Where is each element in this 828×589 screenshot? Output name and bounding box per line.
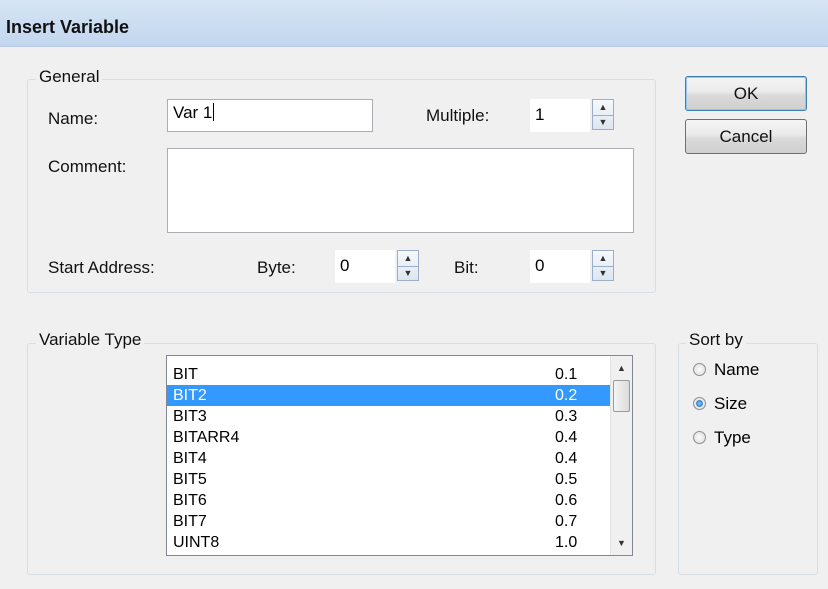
spin-down-icon[interactable]: ▼	[593, 266, 613, 281]
byte-spinner[interactable]: 0 ▲ ▼	[335, 250, 419, 283]
radio-label: Name	[714, 360, 760, 379]
list-scrollbar[interactable]: ▲ ▼	[610, 356, 632, 555]
spin-down-icon[interactable]: ▼	[398, 266, 418, 281]
cancel-button[interactable]: Cancel	[685, 119, 807, 154]
name-value: Var 1	[173, 103, 213, 122]
window-title: Insert Variable	[6, 17, 130, 37]
byte-value[interactable]: 0	[335, 250, 395, 283]
list-item[interactable]: BIT4 0.4	[167, 448, 632, 469]
text-caret	[213, 103, 215, 121]
name-field[interactable]: Var 1	[167, 99, 373, 132]
list-item[interactable]: BIT3 0.3	[167, 406, 632, 427]
type-size: 0.2	[555, 387, 578, 404]
type-name: BIT5	[173, 471, 207, 488]
multiple-label: Multiple:	[426, 106, 490, 125]
list-item[interactable]: BIT2 0.2	[167, 385, 632, 406]
start-address-label: Start Address:	[48, 258, 155, 277]
bit-value[interactable]: 0	[530, 250, 590, 283]
multiple-value[interactable]: 1	[530, 99, 590, 132]
list-item[interactable]: BITARR4 0.4	[167, 427, 632, 448]
type-name: BITARR4	[173, 429, 240, 446]
general-group-label: General	[36, 67, 103, 87]
title-bar: Insert Variable	[0, 0, 828, 47]
type-size: 0.5	[555, 471, 578, 488]
list-item[interactable]: BIT 0.1	[167, 364, 632, 385]
list-item[interactable]: BIT5 0.5	[167, 469, 632, 490]
type-name: BIT3	[173, 408, 207, 425]
list-item[interactable]: BIT6 0.6	[167, 490, 632, 511]
byte-label: Byte:	[257, 258, 296, 277]
sort-by-group-label: Sort by	[686, 330, 746, 350]
type-size: 1.0	[555, 534, 578, 551]
multiple-spinner[interactable]: 1 ▲ ▼	[530, 99, 614, 132]
type-name: UINT8	[173, 534, 220, 551]
spin-up-icon[interactable]: ▲	[593, 100, 613, 116]
spin-down-icon[interactable]: ▼	[593, 115, 613, 130]
comment-field[interactable]	[167, 148, 634, 233]
byte-spin-buttons[interactable]: ▲ ▼	[397, 250, 419, 281]
scroll-up-icon[interactable]: ▲	[611, 358, 632, 378]
type-size: 0.4	[555, 429, 578, 446]
type-size: 0.3	[555, 408, 578, 425]
variable-type-group-label: Variable Type	[36, 330, 145, 350]
type-name: BIT2	[173, 387, 207, 404]
bit-label: Bit:	[454, 258, 479, 277]
variable-type-list[interactable]: BIT 0.1 BIT2 0.2 BIT3 0.3 BITARR4 0.4 BIT4 0.4 BIT…	[166, 355, 633, 556]
radio-label: Type	[714, 428, 751, 447]
variable-type-rows: BIT 0.1 BIT2 0.2 BIT3 0.3 BITARR4 0.4 BIT4 0.4 BIT…	[167, 356, 632, 553]
radio-label: Size	[714, 394, 748, 413]
bit-spinner[interactable]: 0 ▲ ▼	[530, 250, 614, 283]
spin-up-icon[interactable]: ▲	[593, 251, 613, 267]
type-name: BIT4	[173, 450, 207, 467]
scroll-down-icon[interactable]: ▼	[611, 533, 632, 553]
type-size: 0.1	[555, 366, 578, 383]
radio-button[interactable]	[693, 431, 706, 444]
type-name: BIT7	[173, 513, 207, 530]
scroll-thumb[interactable]	[613, 380, 630, 412]
radio-button[interactable]	[693, 397, 706, 410]
type-size: 0.7	[555, 513, 578, 530]
name-label: Name:	[48, 109, 99, 128]
type-size: 0.4	[555, 450, 578, 467]
type-name: BIT6	[173, 492, 207, 509]
radio-button[interactable]	[693, 363, 706, 376]
ok-button[interactable]: OK	[685, 76, 807, 111]
dialog-body: General Name: Var 1 Multiple: 1 ▲ ▼ Comm…	[0, 47, 828, 589]
type-name: BIT	[173, 366, 198, 383]
comment-label: Comment:	[48, 157, 127, 176]
multiple-spin-buttons[interactable]: ▲ ▼	[592, 99, 614, 130]
list-item[interactable]: BIT7 0.7	[167, 511, 632, 532]
type-size: 0.6	[555, 492, 578, 509]
list-item[interactable]: UINT8 1.0	[167, 532, 632, 553]
bit-spin-buttons[interactable]: ▲ ▼	[592, 250, 614, 281]
spin-up-icon[interactable]: ▲	[398, 251, 418, 267]
